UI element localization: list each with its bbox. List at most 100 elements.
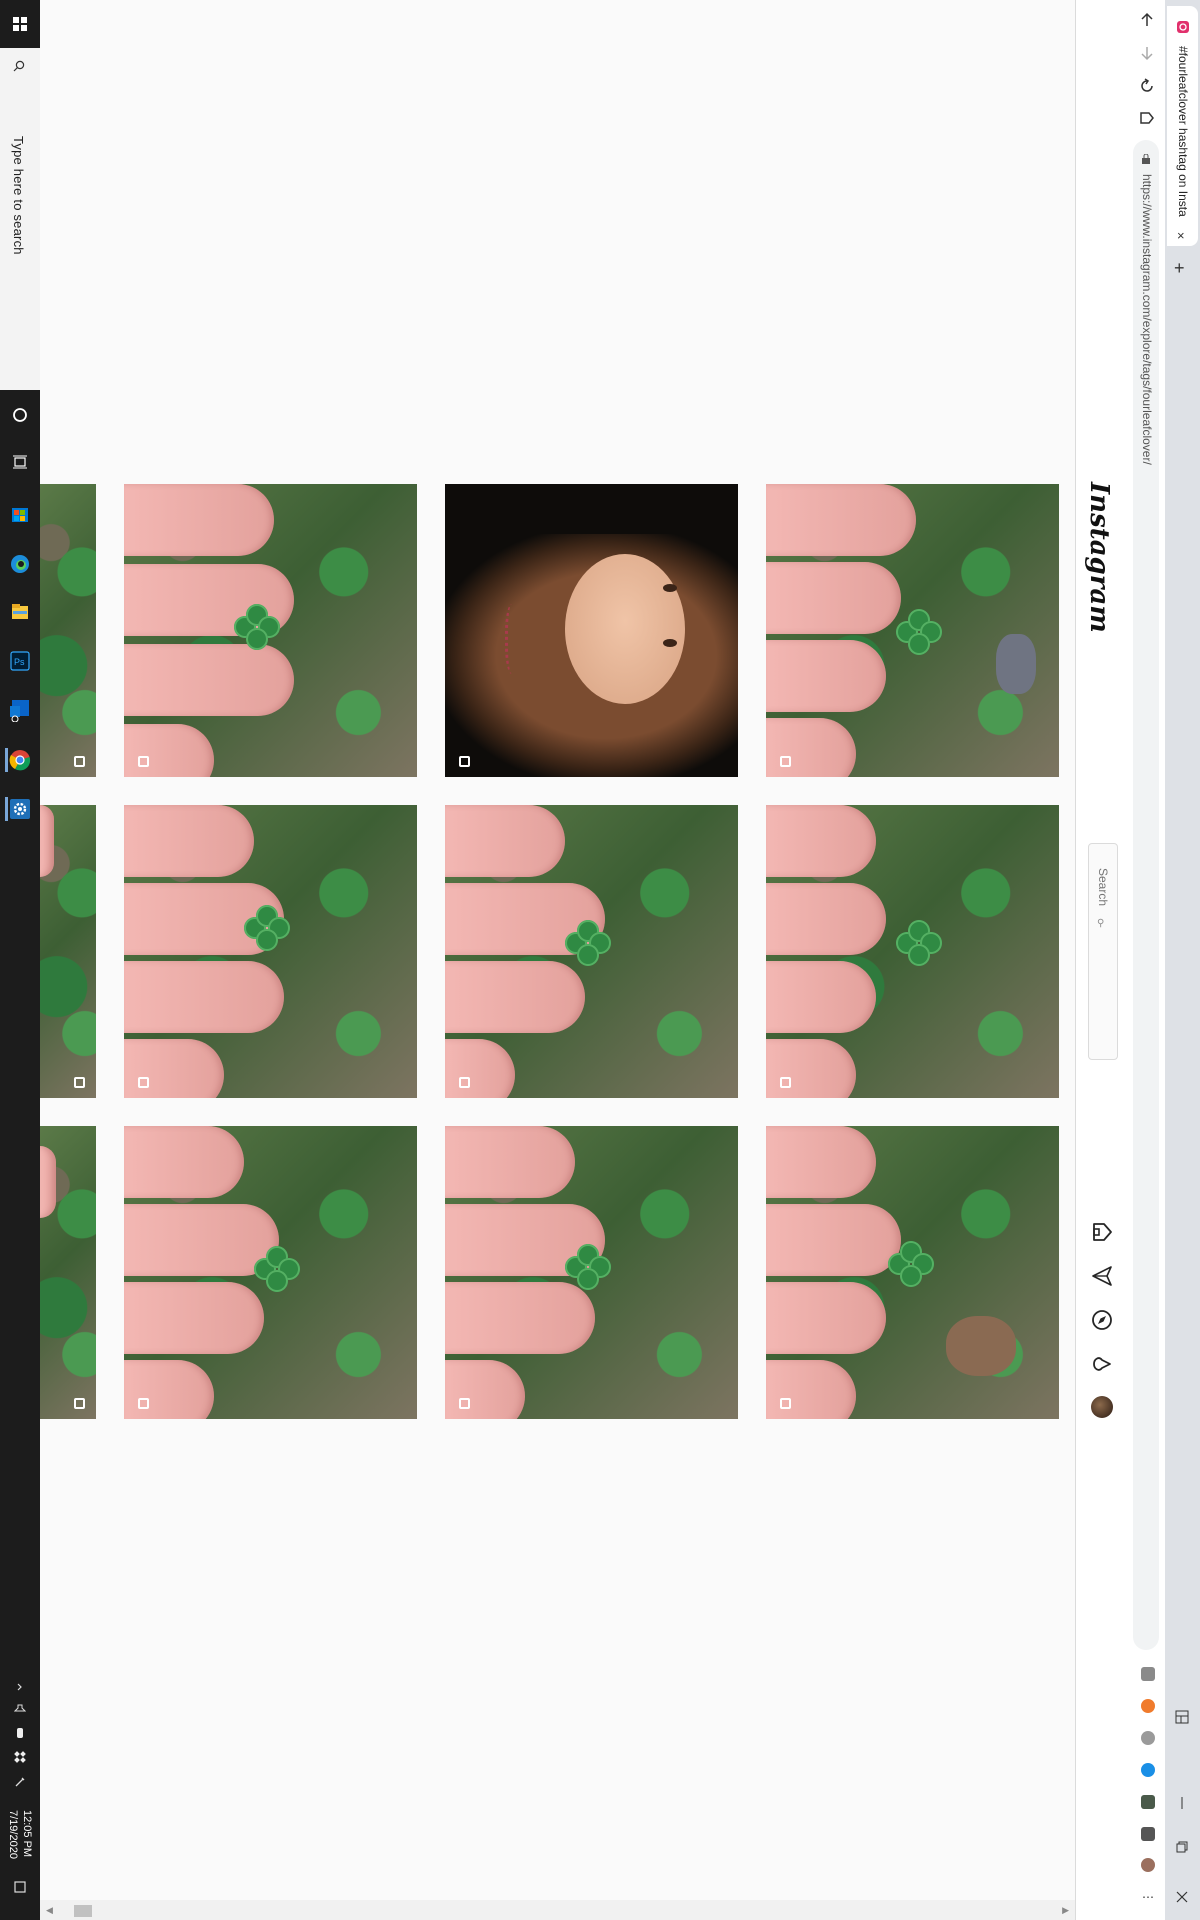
finger	[124, 1282, 264, 1354]
back-arrow-icon[interactable]	[1139, 12, 1155, 28]
finger	[124, 724, 214, 777]
settings-icon	[10, 799, 30, 819]
scroll-left-arrow-icon[interactable]: ◀	[46, 1905, 53, 1916]
post-tile[interactable]	[124, 484, 417, 777]
volume-icon	[14, 1704, 26, 1712]
windows-start-button[interactable]	[0, 0, 40, 48]
finger	[445, 805, 565, 877]
finger	[445, 1282, 595, 1354]
multiple-posts-icon	[138, 1398, 149, 1409]
necklace	[505, 604, 522, 674]
task-view-button[interactable]	[8, 450, 32, 474]
four-leaf-clover	[896, 920, 942, 966]
post-tile[interactable]	[445, 805, 738, 1098]
heart-icon	[1093, 1357, 1111, 1371]
post-tile[interactable]	[766, 484, 1059, 777]
extension-camera-icon[interactable]	[1141, 1795, 1155, 1809]
tab-search-icon[interactable]	[1175, 1710, 1189, 1724]
instagram-search-box[interactable]: ⚲	[1088, 843, 1118, 1060]
four-leaf-clover	[254, 1246, 300, 1292]
extension-g-icon[interactable]	[1141, 1667, 1155, 1681]
outlook-app[interactable]	[8, 698, 32, 722]
taskbar-search-box[interactable]: Type here to search	[0, 48, 40, 390]
portrait-eye	[663, 639, 677, 647]
settings-app[interactable]	[5, 797, 32, 821]
finger	[40, 805, 54, 877]
explore-button[interactable]	[1090, 1308, 1114, 1332]
scrollbar-thumb[interactable]	[74, 1905, 92, 1917]
multiple-posts-icon	[459, 756, 470, 767]
store-app[interactable]	[8, 502, 32, 526]
taskbar-clock[interactable]: 12:05 PM 7/19/2020	[6, 1810, 34, 1859]
chrome-app[interactable]	[5, 748, 32, 772]
browser-menu-icon[interactable]: ⋯	[1142, 1890, 1154, 1904]
extension-orange-icon[interactable]	[1141, 1699, 1155, 1713]
multiple-posts-icon	[459, 1398, 470, 1409]
home-page-icon[interactable]	[1139, 110, 1155, 126]
address-bar[interactable]: https://www.instagram.com/explore/tags/f…	[1133, 140, 1159, 1650]
pen-icon	[15, 1777, 25, 1787]
search-icon	[13, 60, 25, 72]
extensions-puzzle-icon[interactable]	[1141, 1827, 1155, 1841]
minimize-icon[interactable]	[1175, 1796, 1189, 1810]
multiple-posts-icon	[780, 1398, 791, 1409]
post-tile[interactable]	[766, 1126, 1059, 1419]
activity-button[interactable]	[1090, 1352, 1114, 1376]
pen-button[interactable]	[13, 1775, 27, 1789]
finger	[766, 1282, 886, 1354]
photoshop-app[interactable]: Ps	[8, 649, 32, 673]
post-tile[interactable]	[124, 1126, 417, 1419]
cortana-button[interactable]	[8, 403, 32, 427]
post-tile[interactable]	[766, 805, 1059, 1098]
direct-button[interactable]	[1090, 1264, 1114, 1288]
battery-icon	[17, 1728, 23, 1738]
forward-arrow-icon[interactable]	[1139, 45, 1155, 61]
post-tile[interactable]	[124, 805, 417, 1098]
profile-icon[interactable]	[1141, 1858, 1155, 1872]
notification-center-button[interactable]	[13, 1880, 27, 1894]
file-explorer-icon	[12, 604, 28, 619]
post-tile[interactable]	[445, 1126, 738, 1419]
clock-time: 12:05 PM	[21, 1810, 33, 1858]
notification-icon	[14, 1881, 26, 1893]
post-partial-r2[interactable]	[40, 805, 96, 1098]
tab-strip: #fourleafclover hashtag on Insta × +	[1165, 0, 1200, 1920]
finger	[766, 961, 876, 1033]
instagram-search-input[interactable]	[1089, 844, 1117, 1059]
horizontal-scrollbar[interactable]: ◀ ▶	[40, 1900, 1075, 1920]
battery-button[interactable]	[13, 1726, 27, 1740]
reload-icon[interactable]	[1139, 78, 1155, 94]
edge-app[interactable]	[8, 552, 32, 576]
tab-close-icon[interactable]: ×	[1177, 228, 1185, 243]
extension-circle-icon[interactable]	[1141, 1731, 1155, 1745]
taskbar: Type here to search Ps 12:05 PM 7/19/202…	[0, 0, 40, 1920]
new-tab-button[interactable]: +	[1174, 258, 1185, 279]
instagram-logo[interactable]: Instagram	[1084, 482, 1114, 633]
four-leaf-clover	[565, 920, 611, 966]
post-tile[interactable]	[445, 484, 738, 777]
restore-icon[interactable]	[1175, 1840, 1189, 1854]
scroll-right-arrow-icon[interactable]: ▶	[1062, 1905, 1069, 1916]
profile-avatar[interactable]	[1091, 1396, 1113, 1418]
address-url[interactable]: https://www.instagram.com/explore/tags/f…	[1140, 174, 1154, 465]
home-button[interactable]	[1090, 1220, 1114, 1244]
finger	[445, 1039, 515, 1098]
multiple-posts-icon	[74, 1077, 85, 1088]
file-explorer-app[interactable]	[8, 600, 32, 624]
rock	[996, 634, 1036, 694]
dropbox-button[interactable]	[13, 1750, 27, 1764]
active-tab[interactable]: #fourleafclover hashtag on Insta ×	[1167, 6, 1198, 246]
post-partial-r1[interactable]	[40, 484, 96, 777]
taskbar-search-placeholder: Type here to search	[11, 136, 26, 255]
show-hidden-icons-button[interactable]	[13, 1680, 27, 1694]
extension-blue-icon[interactable]	[1141, 1763, 1155, 1777]
close-window-icon[interactable]	[1175, 1890, 1189, 1904]
four-leaf-clover	[888, 1241, 934, 1287]
clock-date: 7/19/2020	[7, 1810, 19, 1859]
volume-button[interactable]	[13, 1702, 27, 1716]
finger	[124, 484, 274, 556]
direct-icon	[1092, 1266, 1112, 1286]
finger	[40, 1146, 56, 1218]
post-partial-r3[interactable]	[40, 1126, 96, 1419]
home-icon	[1093, 1223, 1112, 1241]
